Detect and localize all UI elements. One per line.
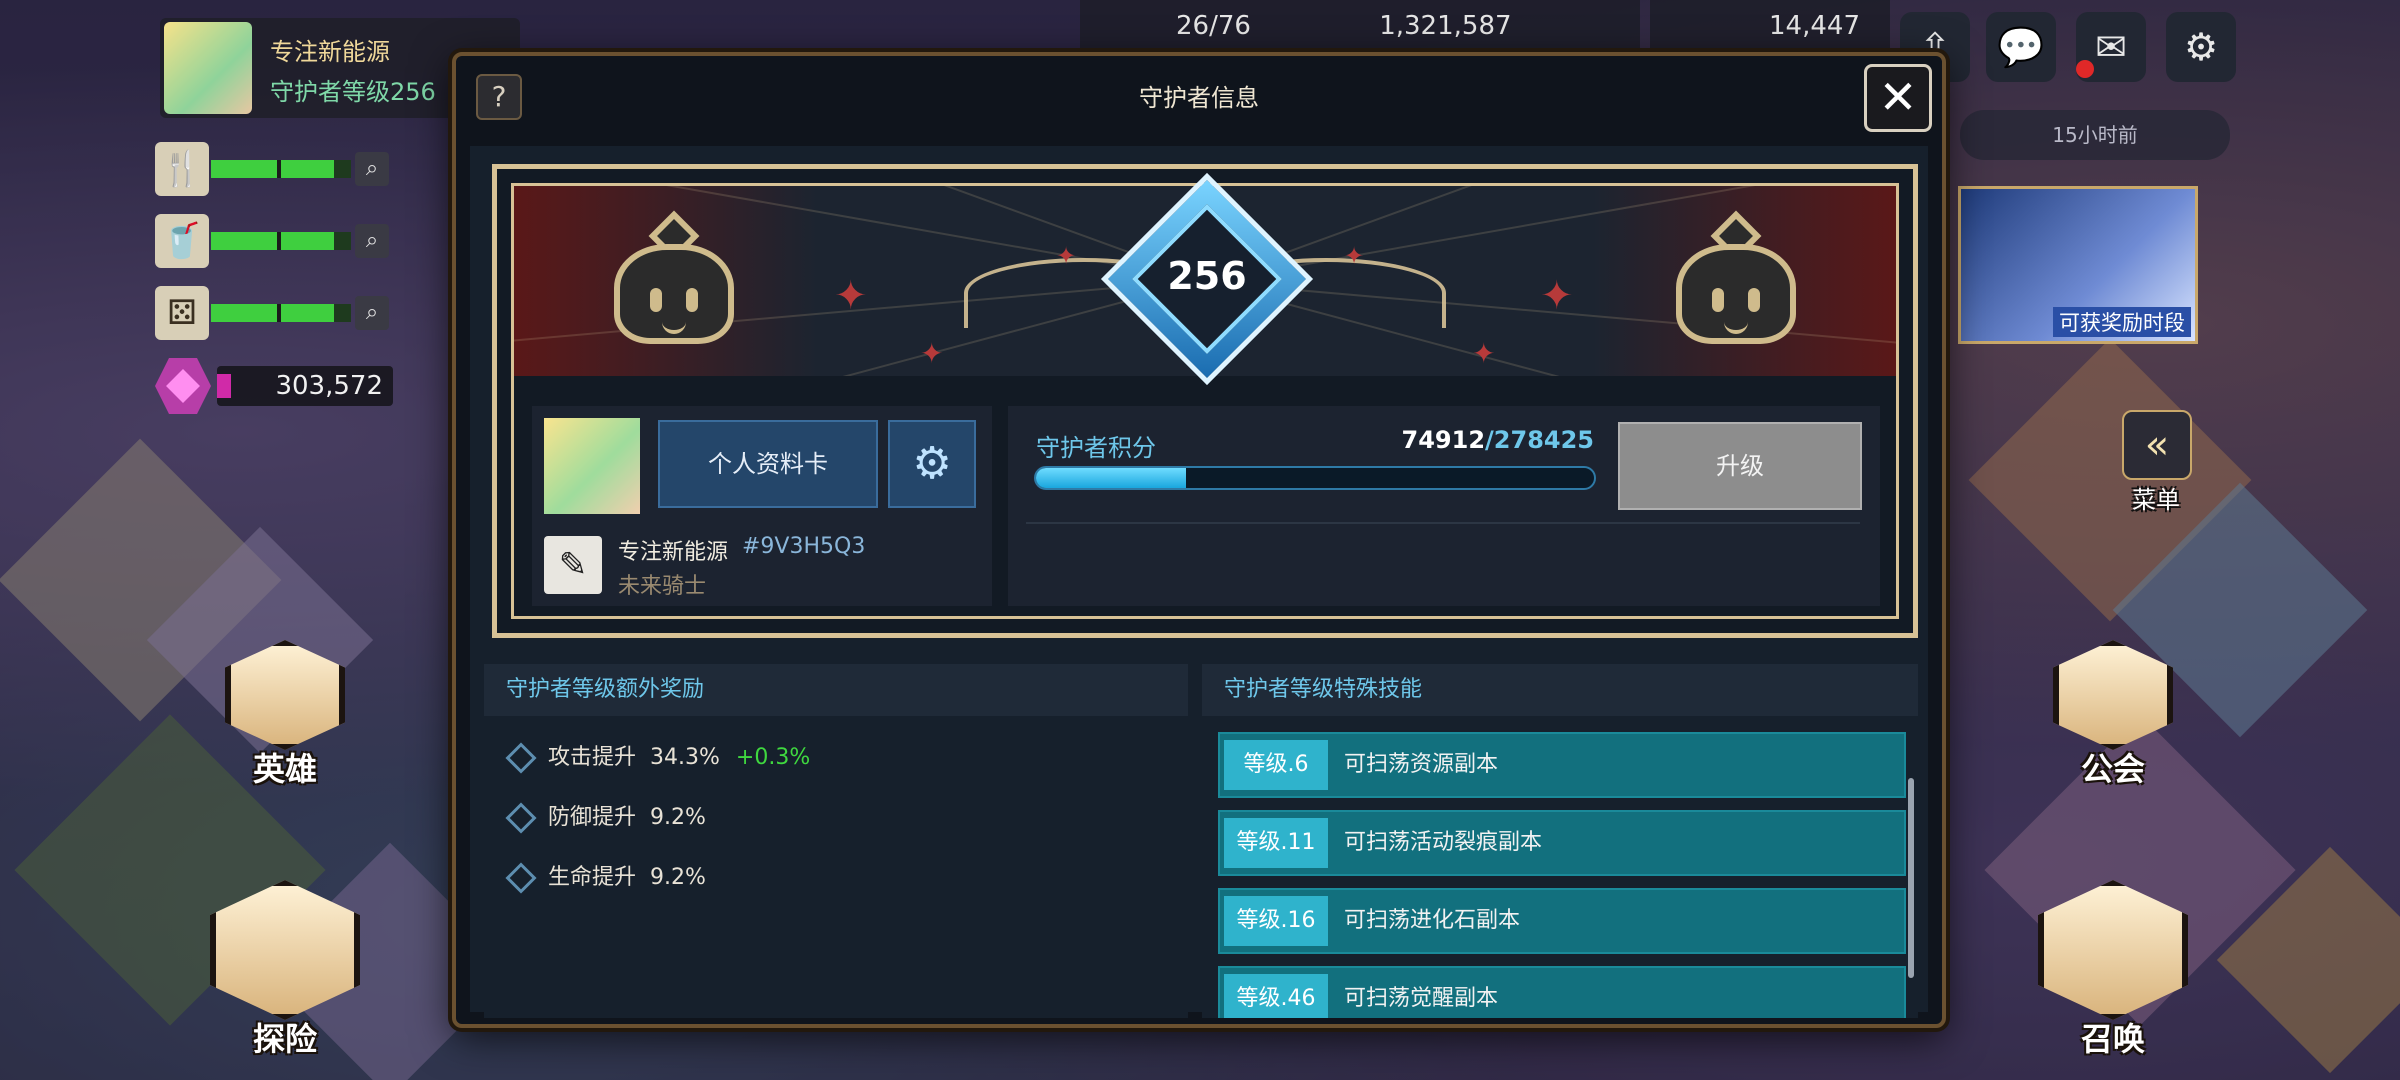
profile-avatar [544, 418, 640, 514]
gem-counter[interactable]: 303,572 [155, 358, 393, 414]
diamond-value: 14,447 [1769, 11, 1860, 41]
hero-icon [225, 640, 345, 750]
upgrade-button[interactable]: 升级 [1618, 422, 1862, 510]
gem-icon [155, 358, 211, 414]
guild-button[interactable]: 公会 [2028, 640, 2198, 790]
promo-label: 可获奖励时段 [2053, 307, 2191, 337]
summon-label: 召唤 [2080, 1020, 2145, 1058]
summon-icon [2038, 880, 2188, 1020]
diamond-bullet-icon [505, 742, 537, 774]
skill-item: 等级.46 可扫荡觉醒副本 [1218, 966, 1906, 1018]
diamond-bar: 14,447 [1650, 0, 1890, 52]
magnifier-icon[interactable]: ⌕ [355, 152, 389, 186]
skill-item: 等级.16 可扫荡进化石副本 [1218, 888, 1906, 954]
guild-icon [2053, 640, 2173, 750]
news-bar[interactable]: 15小时前 [1960, 110, 2230, 160]
stat-fun: ⚄ ⌕ [155, 286, 390, 342]
bonus-item: 攻击提升 34.3% +0.3% [505, 738, 810, 778]
hero-button[interactable]: 英雄 [200, 640, 370, 790]
news-time: 15小时前 [2052, 123, 2138, 147]
explore-button[interactable]: 探险 [200, 880, 370, 1070]
points-value: 74912/278425 [1388, 426, 1594, 454]
star-icon: ✦ [1540, 273, 1574, 319]
mail-badge [2076, 60, 2094, 78]
bonus-item: 防御提升 9.2% [505, 798, 706, 838]
resource-bar: 26/76 1,321,587 [1080, 0, 1640, 52]
skill-panel: 守护者等级特殊技能 等级.6 可扫荡资源副本 等级.11 可扫荡活动裂痕副本 等级.… [1202, 664, 1918, 1018]
star-icon: ✦ [1472, 337, 1496, 370]
gear-icon[interactable]: ⚙ [2166, 12, 2236, 82]
star-icon: ✦ [1344, 242, 1365, 270]
profile-id: #9V3H5Q3 [742, 534, 866, 559]
dice-icon: ⚄ [155, 286, 209, 340]
profile-box: 个人资料卡 ⚙ ✎ 专注新能源 #9V3H5Q3 未来骑士 [532, 406, 992, 606]
star-icon: ✦ [834, 273, 868, 319]
profile-name: 专注新能源 [618, 540, 729, 565]
points-total: /278425 [1485, 426, 1594, 454]
magnifier-icon[interactable]: ⌕ [355, 296, 389, 330]
points-current: 74912 [1401, 426, 1486, 454]
stat-drink: 🥤 ⌕ [155, 214, 390, 270]
food-bar [211, 160, 351, 178]
robot-mascot-right [1666, 204, 1806, 374]
profile-card-button[interactable]: 个人资料卡 [658, 420, 878, 508]
robot-mascot-left [604, 204, 744, 374]
magnifier-icon[interactable]: ⌕ [355, 224, 389, 258]
stamina-value: 26/76 [1176, 11, 1251, 41]
player-level: 守护者等级256 [270, 78, 436, 106]
fork-knife-icon: 🍴 [155, 142, 209, 196]
skill-item: 等级.6 可扫荡资源副本 [1218, 732, 1906, 798]
skill-list[interactable]: 等级.6 可扫荡资源副本 等级.11 可扫荡活动裂痕副本 等级.16 可扫荡进化石副本… [1218, 732, 1912, 1018]
bonus-panel: 守护者等级额外奖励 攻击提升 34.3% +0.3% 防御提升 9.2% 生命提升 9.… [484, 664, 1188, 1018]
menu-button[interactable]: « [2122, 410, 2192, 480]
chat-icon[interactable]: 💬 [1986, 12, 2056, 82]
guardian-level: 256 [1167, 254, 1247, 298]
explore-label: 探险 [252, 1020, 317, 1058]
skill-item: 等级.11 可扫荡活动裂痕副本 [1218, 810, 1906, 876]
cup-icon: 🥤 [155, 214, 209, 268]
menu-label: 菜单 [2132, 486, 2180, 514]
points-box: 守护者积分 74912/278425 升级 [1008, 406, 1880, 606]
diamond-bullet-icon [505, 862, 537, 894]
guardian-info-dialog: ? 守护者信息 ✕ ✦ ✦ ✦ ✦ ✦ ✦ 256 个人资料卡 ⚙ ✎ 专注新能… [452, 52, 1946, 1028]
gold-value: 1,321,587 [1379, 11, 1512, 41]
gem-count: 303,572 [217, 366, 393, 406]
summon-button[interactable]: 召唤 [2028, 880, 2198, 1070]
gear-icon[interactable]: ⚙ [888, 420, 976, 508]
guild-label: 公会 [2080, 750, 2145, 788]
diamond-bullet-icon [505, 802, 537, 834]
promo-banner[interactable]: 可获奖励时段 [1958, 186, 2198, 344]
profile-title: 未来骑士 [618, 574, 707, 599]
star-icon: ✦ [1056, 242, 1077, 270]
player-name: 专注新能源 [270, 38, 390, 66]
explore-icon [210, 880, 360, 1020]
level-badge: 256 [1100, 172, 1314, 386]
dialog-title: 守护者信息 [1139, 84, 1259, 112]
bonus-item: 生命提升 9.2% [505, 858, 706, 898]
stat-food: 🍴 ⌕ [155, 142, 390, 198]
skill-scrollbar[interactable] [1908, 778, 1914, 978]
hero-label: 英雄 [252, 750, 317, 788]
player-avatar [164, 22, 252, 114]
close-icon[interactable]: ✕ [1864, 64, 1932, 132]
edit-icon[interactable]: ✎ [544, 536, 602, 594]
star-icon: ✦ [920, 337, 944, 370]
skill-panel-title: 守护者等级特殊技能 [1202, 664, 1918, 716]
points-label: 守护者积分 [1036, 434, 1156, 462]
drink-bar [211, 232, 351, 250]
points-progress-bar [1034, 466, 1596, 490]
fun-bar [211, 304, 351, 322]
bonus-panel-title: 守护者等级额外奖励 [484, 664, 1188, 716]
